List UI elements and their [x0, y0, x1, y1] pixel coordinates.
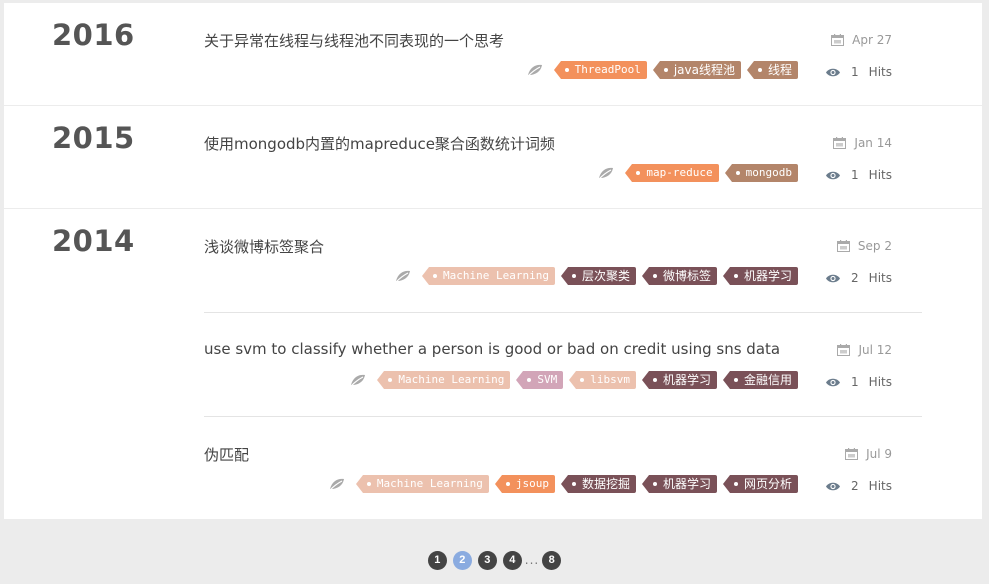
page-link[interactable]: 1	[427, 550, 447, 570]
eye-icon	[826, 171, 841, 179]
pagination: 1 2 3 4... 8	[0, 550, 989, 570]
year-heading: 2014	[52, 224, 135, 258]
calendar-icon	[831, 34, 845, 46]
leaf-icon	[527, 64, 542, 77]
page-link[interactable]: 2	[452, 550, 472, 570]
year-section: 2015 使用mongodb内置的mapreduce聚合函数统计词频 map-red…	[4, 106, 982, 209]
page-link[interactable]: 4	[502, 550, 522, 570]
year-section: 2014 浅谈微博标签聚合 Machine Learning 层次聚类 微博标签 机器学习…	[4, 209, 982, 519]
hits-label: Hits	[868, 479, 892, 493]
tag-link[interactable]: 网页分析	[722, 475, 798, 493]
eye-icon	[826, 482, 841, 490]
tag-link[interactable]: 机器学习	[641, 475, 717, 493]
post-title-link[interactable]: 浅谈微博标签聚合	[204, 236, 324, 257]
hits-label: Hits	[868, 65, 892, 79]
page-link-last[interactable]: 8	[542, 550, 562, 570]
hit-count: 2 Hits	[825, 479, 892, 493]
tag-link[interactable]: 机器学习	[722, 267, 798, 285]
leaf-icon	[598, 167, 614, 180]
date-text: Apr 27	[852, 33, 892, 47]
calendar-icon	[845, 448, 859, 460]
tag-link[interactable]: Machine Learning	[421, 267, 555, 285]
tag-link[interactable]: 微博标签	[641, 267, 717, 285]
post-title-link[interactable]: 伪匹配	[204, 444, 249, 465]
tag-link[interactable]: 机器学习	[641, 371, 717, 389]
hits-number: 1	[851, 168, 859, 182]
tag-link[interactable]: Machine Learning	[377, 371, 511, 389]
tag-link[interactable]: 数据挖掘	[560, 475, 636, 493]
tag-link[interactable]: SVM	[516, 371, 564, 389]
tag-link[interactable]: Machine Learning	[355, 475, 489, 493]
date-text: Jan 14	[854, 136, 892, 150]
tag-link[interactable]: 层次聚类	[560, 267, 636, 285]
tag-link[interactable]: libsvm	[569, 371, 636, 389]
page-link[interactable]: 3	[477, 550, 497, 570]
tag-list: Machine Learning SVM libsvm 机器学习 金融信用	[349, 371, 798, 389]
tag-list: Machine Learning jsoup 数据挖掘 机器学习 网页分析	[328, 475, 798, 493]
date-text: Jul 12	[858, 343, 892, 357]
tag-link[interactable]: java线程池	[652, 61, 741, 79]
year-heading: 2015	[52, 121, 135, 155]
date-text: Jul 9	[866, 447, 892, 461]
archive-card: 2016 关于异常在线程与线程池不同表现的一个思考 ThreadPool java线程…	[4, 3, 982, 519]
hits-number: 1	[851, 375, 859, 389]
post-title-link[interactable]: use svm to classify whether a person is …	[204, 340, 780, 358]
hits-label: Hits	[868, 271, 892, 285]
hit-count: 2 Hits	[825, 271, 892, 285]
post-date: Jan 14	[833, 136, 892, 150]
hits-number: 2	[851, 271, 859, 285]
tag-list: map-reduce mongodb	[597, 164, 798, 182]
year-heading: 2016	[52, 18, 135, 52]
year-section: 2016 关于异常在线程与线程池不同表现的一个思考 ThreadPool java线程…	[4, 3, 982, 106]
tag-link[interactable]: 线程	[746, 61, 798, 79]
leaf-icon	[329, 478, 344, 491]
hits-label: Hits	[868, 168, 892, 182]
hits-number: 1	[851, 65, 859, 79]
pagination-ellipsis: ...	[524, 553, 540, 567]
post-title-link[interactable]: 使用mongodb内置的mapreduce聚合函数统计词频	[204, 133, 555, 154]
hit-count: 1 Hits	[825, 65, 892, 79]
leaf-icon	[395, 270, 410, 283]
tag-link[interactable]: 金融信用	[722, 371, 798, 389]
hit-count: 1 Hits	[825, 168, 892, 182]
calendar-icon	[837, 344, 851, 356]
date-text: Sep 2	[857, 239, 892, 253]
eye-icon	[826, 274, 841, 282]
post-entry: use svm to classify whether a person is …	[204, 313, 922, 417]
calendar-icon	[836, 240, 850, 252]
tag-link[interactable]: mongodb	[724, 164, 798, 182]
post-entry: 关于异常在线程与线程池不同表现的一个思考 ThreadPool java线程池 线程 A…	[204, 3, 922, 107]
post-entry: 伪匹配 Machine Learning jsoup 数据挖掘 机器学习 网页分析 Jul …	[204, 417, 922, 521]
post-date: Sep 2	[836, 239, 892, 253]
hits-label: Hits	[868, 375, 892, 389]
eye-icon	[826, 378, 841, 386]
post-entry: 使用mongodb内置的mapreduce聚合函数统计词频 map-reduce m…	[204, 106, 922, 210]
calendar-icon	[833, 137, 847, 149]
tag-link[interactable]: ThreadPool	[553, 61, 647, 79]
tag-list: Machine Learning 层次聚类 微博标签 机器学习	[394, 267, 798, 285]
tag-link[interactable]: map-reduce	[625, 164, 719, 182]
post-date: Jul 9	[845, 447, 892, 461]
post-date: Apr 27	[831, 33, 892, 47]
hit-count: 1 Hits	[825, 375, 892, 389]
post-title-link[interactable]: 关于异常在线程与线程池不同表现的一个思考	[204, 30, 504, 51]
post-entry: 浅谈微博标签聚合 Machine Learning 层次聚类 微博标签 机器学习 Sep …	[204, 209, 922, 313]
tag-list: ThreadPool java线程池 线程	[526, 61, 798, 79]
tag-link[interactable]: jsoup	[494, 475, 555, 493]
hits-number: 2	[851, 479, 859, 493]
leaf-icon	[350, 374, 366, 387]
post-date: Jul 12	[837, 343, 892, 357]
eye-icon	[826, 68, 841, 76]
